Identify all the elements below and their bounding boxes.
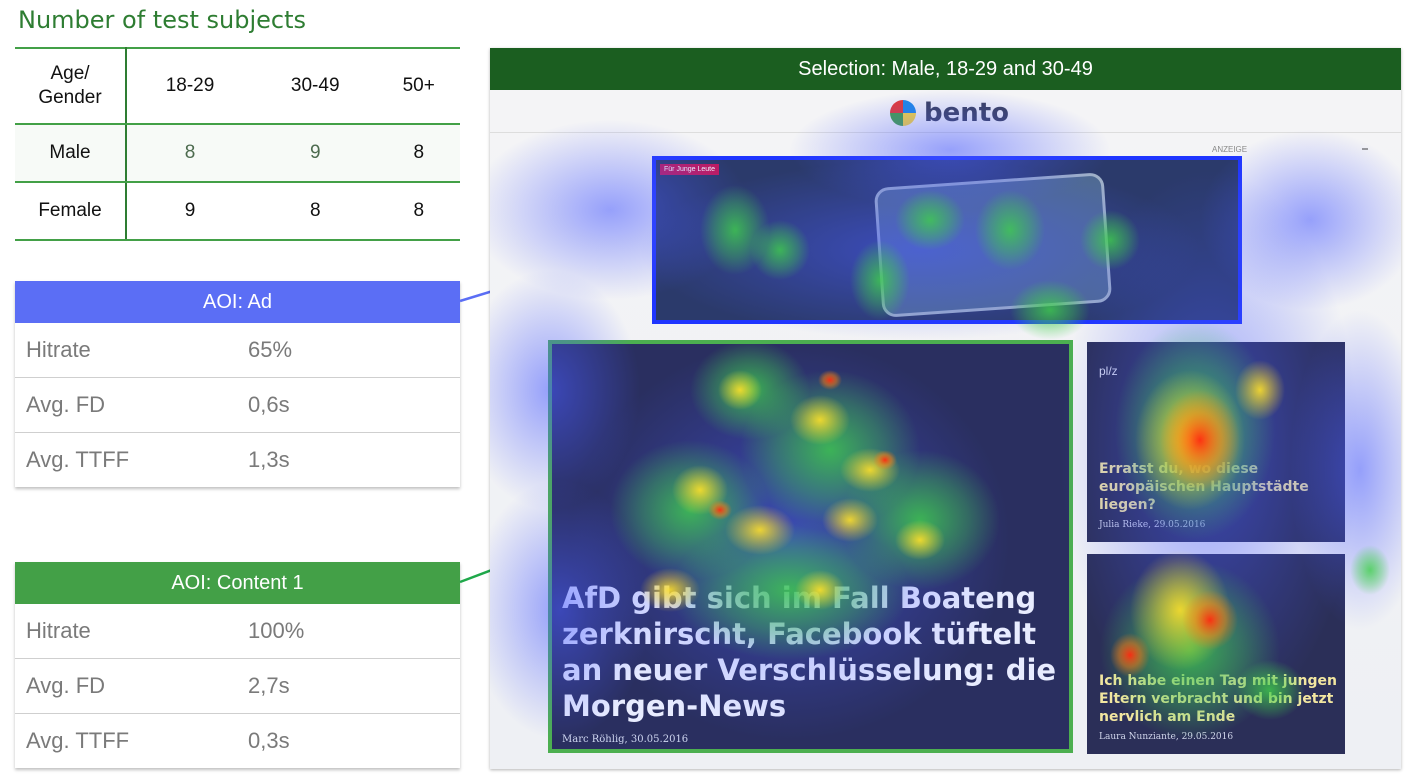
row-label: Male bbox=[15, 124, 127, 183]
table-cell[interactable]: 9 bbox=[126, 182, 253, 241]
heatmap-panel: Selection: Male, 18-29 and 30-49 bento A… bbox=[490, 48, 1401, 769]
column-header: 30-49 bbox=[253, 47, 378, 125]
bento-logo-icon bbox=[890, 100, 916, 126]
metric-label: Avg. FD bbox=[26, 673, 106, 698]
side-article-title[interactable]: Erratst du, wo diese europäischen Haupts… bbox=[1099, 460, 1337, 514]
metric-value: 2,7s bbox=[248, 673, 290, 698]
heatmap-area: bento ANZEIGE Für Junge Leute AfD gibt s… bbox=[490, 90, 1401, 769]
metric-label: Avg. FD bbox=[26, 392, 106, 417]
metric-label: Avg. TTFF bbox=[26, 447, 130, 472]
page-heading: Number of test subjects bbox=[18, 6, 307, 34]
content-headline[interactable]: AfD gibt sich im Fall Boateng zerknirsch… bbox=[562, 580, 1062, 724]
column-header: 50+ bbox=[377, 47, 460, 125]
aoi-content-row: Hitrate 100% bbox=[15, 604, 460, 659]
bento-logo-text: bento bbox=[924, 98, 1010, 128]
aoi-ad-title: AOI: Ad bbox=[15, 281, 460, 323]
aoi-content-row: Avg. TTFF 0,3s bbox=[15, 714, 460, 768]
side-article-author: Laura Nunziante, 29.05.2016 bbox=[1099, 732, 1234, 742]
subjects-table: Age/ Gender 18-29 30-49 50+ Male 8 9 8 F… bbox=[15, 47, 460, 241]
side-article-2[interactable]: Ich habe einen Tag mit jungen Eltern ver… bbox=[1087, 554, 1345, 754]
metric-label: Hitrate bbox=[26, 618, 91, 643]
table-cell[interactable]: 8 bbox=[253, 182, 378, 241]
aoi-content-title: AOI: Content 1 bbox=[15, 562, 460, 604]
table-row: Male 8 9 8 bbox=[15, 124, 460, 183]
aoi-ad-row: Avg. TTFF 1,3s bbox=[15, 433, 460, 487]
content-author: Marc Röhlig, 30.05.2016 bbox=[562, 734, 689, 745]
ad-tag: Für Junge Leute bbox=[660, 164, 719, 175]
side-article-title[interactable]: Ich habe einen Tag mit jungen Eltern ver… bbox=[1099, 672, 1337, 726]
table-cell-selected[interactable]: 9 bbox=[253, 124, 378, 183]
row-label: Female bbox=[15, 182, 127, 241]
side-article-author: Julia Rieke, 29.05.2016 bbox=[1099, 520, 1206, 530]
metric-value: 65% bbox=[248, 337, 293, 362]
side-article-brand: pl/z bbox=[1099, 364, 1118, 378]
metric-value: 0,3s bbox=[248, 728, 290, 753]
metric-label: Hitrate bbox=[26, 337, 91, 362]
bento-logo: bento bbox=[890, 98, 1009, 128]
aoi-ad-row: Avg. FD 0,6s bbox=[15, 378, 460, 433]
table-row: Female 9 8 8 bbox=[15, 182, 460, 241]
ad-close-icon[interactable] bbox=[1362, 148, 1368, 150]
metric-label: Avg. TTFF bbox=[26, 728, 130, 753]
aoi-ad-panel: AOI: Ad Hitrate 65% Avg. FD 0,6s Avg. TT… bbox=[15, 281, 460, 487]
metric-value: 100% bbox=[248, 618, 305, 643]
table-cell-selected[interactable]: 8 bbox=[126, 124, 253, 183]
selection-title: Selection: Male, 18-29 and 30-49 bbox=[490, 48, 1401, 90]
ad-label: ANZEIGE bbox=[1212, 145, 1248, 154]
aoi-ad-box[interactable]: Für Junge Leute bbox=[652, 156, 1242, 324]
site-header-divider bbox=[490, 132, 1401, 133]
aoi-content-box[interactable]: AfD gibt sich im Fall Boateng zerknirsch… bbox=[548, 340, 1073, 753]
side-article-1[interactable]: pl/z Erratst du, wo diese europäischen H… bbox=[1087, 342, 1345, 542]
aoi-content-row: Avg. FD 2,7s bbox=[15, 659, 460, 714]
phone-image bbox=[873, 172, 1113, 318]
table-cell[interactable]: 8 bbox=[377, 182, 460, 241]
metric-value: 0,6s bbox=[248, 392, 290, 417]
metric-value: 1,3s bbox=[248, 447, 290, 472]
table-cell[interactable]: 8 bbox=[377, 124, 460, 183]
corner-header: Age/ Gender bbox=[15, 47, 127, 125]
column-header: 18-29 bbox=[126, 47, 253, 125]
aoi-content-panel: AOI: Content 1 Hitrate 100% Avg. FD 2,7s… bbox=[15, 562, 460, 768]
aoi-ad-row: Hitrate 65% bbox=[15, 323, 460, 378]
